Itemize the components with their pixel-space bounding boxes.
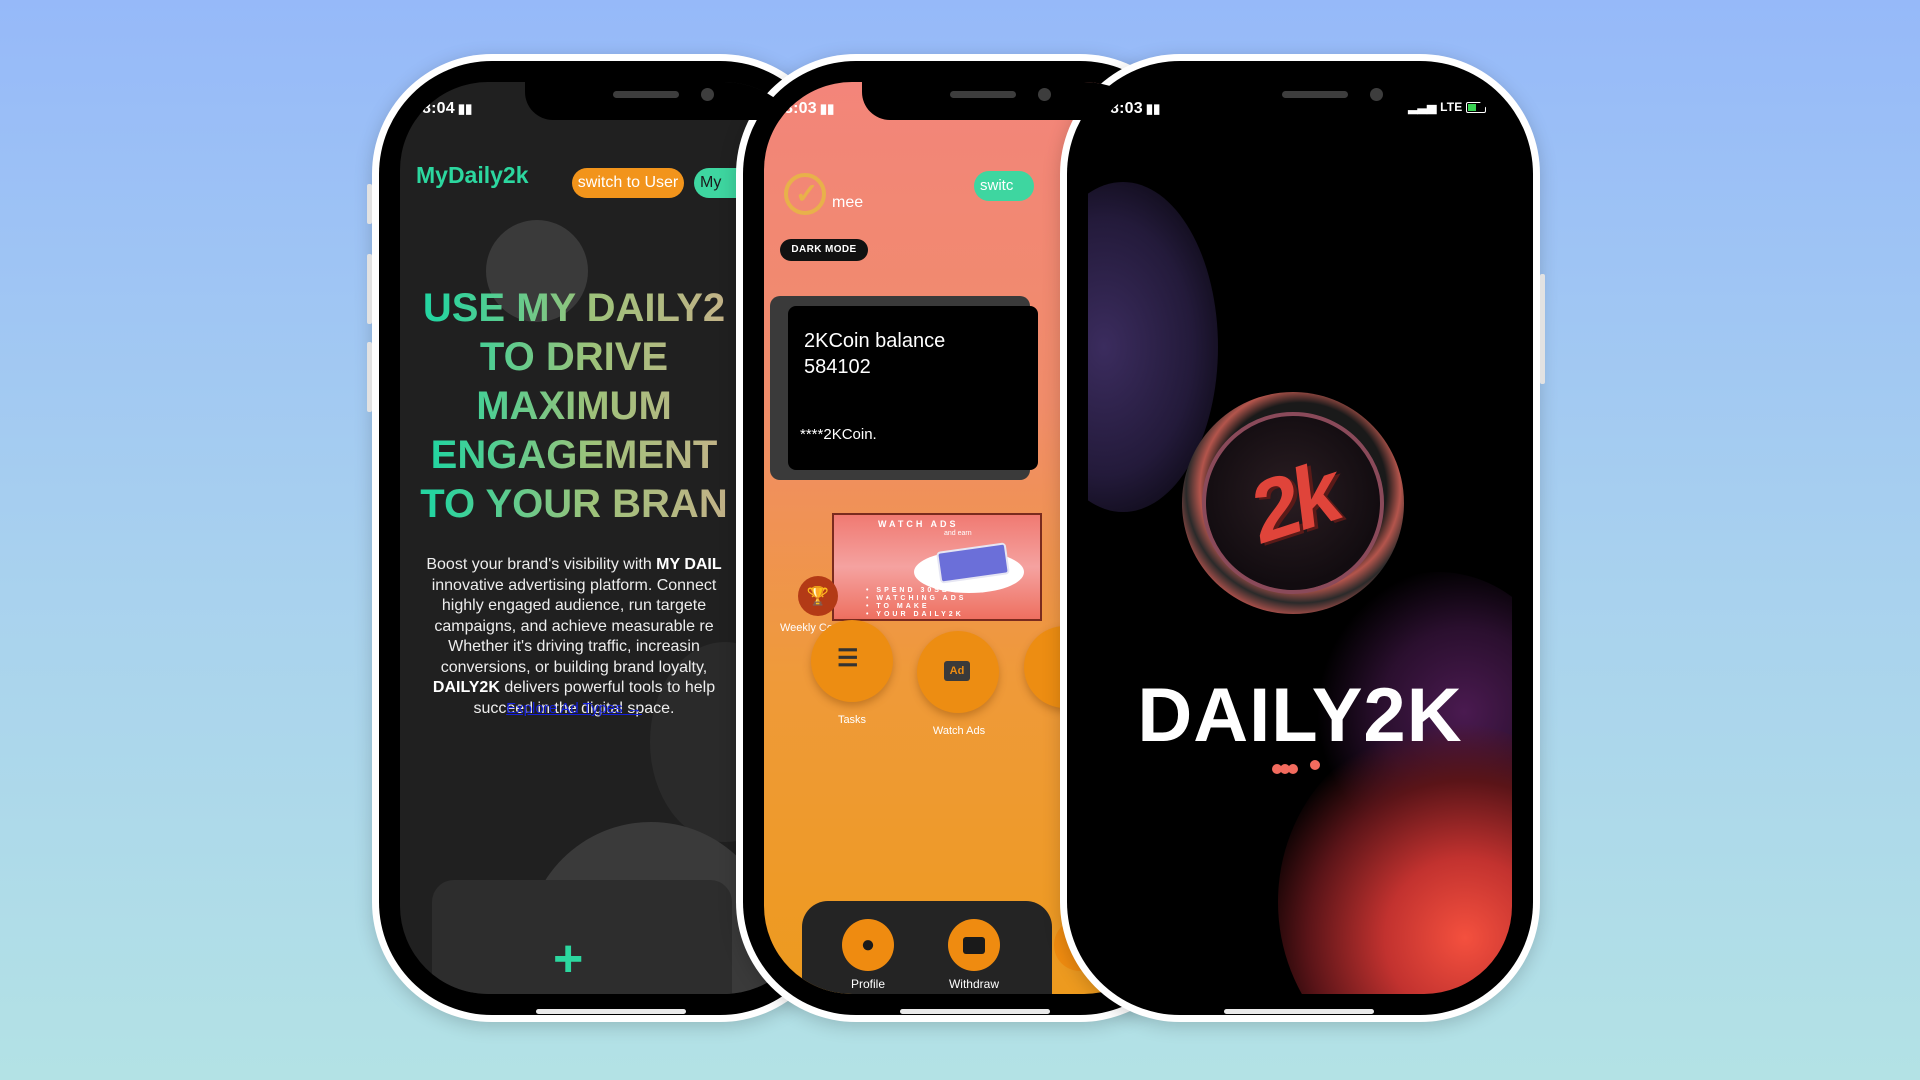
loading-dot: [1310, 760, 1320, 770]
banner-line: • WATCHING ADS: [866, 595, 967, 602]
checkmark-logo-icon: ✓: [784, 173, 826, 215]
brand-title: DAILY2K: [1137, 673, 1463, 758]
banner-line: • YOUR DAILY2K: [866, 611, 964, 618]
ad-icon: Ad: [944, 661, 970, 681]
headline-line: ENGAGEMENT: [430, 433, 718, 477]
description-text: innovative advertising platform. Connect…: [431, 576, 717, 676]
profile-nav-button[interactable]: ●: [842, 919, 894, 971]
withdraw-label: Withdraw: [948, 977, 999, 991]
home-indicator: [900, 1009, 1050, 1014]
dark-mode-button[interactable]: DARK MODE: [780, 239, 868, 261]
side-button: [367, 342, 372, 412]
coin-text: 2k: [1238, 444, 1348, 562]
profile-icon: ●: [860, 931, 876, 958]
headline-line: TO YOUR BRAN: [420, 482, 728, 526]
status-bar: 8:03 ▮▮: [1110, 100, 1161, 118]
home-indicator: [536, 1009, 686, 1014]
trophy-icon[interactable]: 🏆: [798, 576, 838, 616]
hero-headline: USE MY DAILY2 TO DRIVE MAXIMUM ENGAGEMEN…: [400, 284, 748, 529]
watch-ads-label: Watch Ads: [932, 725, 986, 737]
status-time: 8:04: [422, 100, 455, 117]
switch-to-user-button[interactable]: switch to User: [572, 168, 684, 198]
battery-icon: [1466, 102, 1486, 114]
add-icon[interactable]: +: [553, 933, 583, 985]
phone-mockup-splash: 8:03 ▮▮ ▂▃▅ LTE 2k DAILY2K: [1060, 54, 1545, 1022]
book-icon: ▮▮: [819, 101, 835, 116]
book-icon: ▮▮: [457, 101, 473, 116]
withdraw-nav-button[interactable]: [948, 919, 1000, 971]
balance-card: 2KCoin balance 584102 ****2KCoin.: [788, 306, 1038, 470]
home-indicator: [1224, 1009, 1374, 1014]
profile-label: Profile: [850, 977, 885, 991]
book-icon: ▮▮: [1145, 101, 1161, 116]
status-bar: 8:03 ▮▮: [784, 100, 835, 118]
wallet-icon: [963, 937, 985, 955]
status-right: ▂▃▅ LTE: [1408, 100, 1486, 114]
tasks-label: Tasks: [837, 714, 867, 726]
banner-title: WATCH ADS: [878, 519, 959, 529]
watch-ads-button[interactable]: Ad: [917, 631, 999, 713]
status-time: 8:03: [784, 100, 817, 117]
balance-masked: ****2KCoin.: [800, 426, 877, 443]
username: mee: [832, 194, 864, 211]
headline-line: TO DRIVE: [479, 335, 669, 379]
status-time: 8:03: [1110, 100, 1143, 117]
notch: [525, 82, 793, 120]
loading-dot: [1288, 764, 1298, 774]
coin-face: 2k: [1178, 388, 1408, 618]
banner-line: • SPEND 30SEC: [866, 587, 958, 594]
description-text: Boost your brand's visibility with: [426, 556, 657, 573]
banner-line: • TO MAKE: [866, 603, 930, 610]
headline-line: USE MY DAILY2: [422, 286, 726, 330]
status-bar: 8:04 ▮▮: [422, 100, 473, 118]
banner-subtitle: and earn: [944, 530, 972, 537]
headline-line: MAXIMUM: [476, 384, 672, 428]
description-bold: DAILY2K: [432, 679, 500, 696]
hero-description: Boost your brand's visibility with MY DA…: [420, 555, 728, 719]
signal-icon: ▂▃▅: [1408, 100, 1437, 114]
description-bold: MY DAIL: [656, 556, 722, 573]
explore-ad-types-link[interactable]: Explore Ad Types →: [400, 700, 748, 717]
watch-ads-banner[interactable]: WATCH ADS and earn • SPEND 30SEC • WATCH…: [832, 513, 1042, 621]
network-label: LTE: [1440, 100, 1463, 114]
checklist-icon: ☰: [837, 645, 859, 672]
switch-button[interactable]: switc: [974, 171, 1034, 201]
side-button: [1540, 274, 1545, 384]
balance-title: 2KCoin balance: [804, 330, 946, 352]
splash-screen: 8:03 ▮▮ ▂▃▅ LTE 2k DAILY2K: [1088, 82, 1512, 994]
side-button: [367, 254, 372, 324]
notch: [862, 82, 1130, 120]
tasks-button[interactable]: ☰: [811, 620, 893, 702]
balance-value: 584102: [804, 356, 871, 378]
app-logo: MyDaily2k: [416, 162, 529, 188]
side-button: [367, 184, 372, 224]
